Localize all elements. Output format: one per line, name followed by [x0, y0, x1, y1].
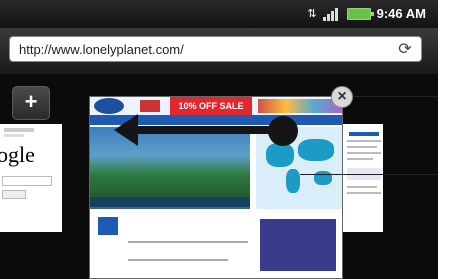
world-map: [256, 127, 342, 209]
page-header: 10% OFF SALE: [90, 97, 342, 115]
callout-line-close: [353, 96, 438, 97]
battery-icon: [346, 7, 374, 20]
refresh-icon[interactable]: ⟳: [395, 39, 415, 59]
new-window-button[interactable]: +: [12, 86, 50, 120]
callout-line-thumbnail: [300, 174, 438, 175]
url-text[interactable]: http://www.lonelyplanet.com/: [10, 42, 395, 57]
header-promo-images: [258, 99, 342, 113]
signal-icon: [322, 7, 341, 21]
swipe-gesture-line: [128, 126, 272, 134]
status-icons: ⇅ 9:46 AM: [307, 6, 426, 21]
status-bar: ⇅ 9:46 AM: [0, 0, 438, 28]
browser-toolbar: http://www.lonelyplanet.com/ ⟳: [0, 28, 438, 74]
google-logo-fragment: ogle: [0, 142, 35, 167]
flag-icon: [140, 100, 160, 112]
swipe-arrow-icon: [114, 114, 138, 146]
data-transfer-icon: ⇅: [307, 8, 317, 20]
tab-thumbnail-right[interactable]: [343, 124, 383, 232]
lonely-planet-logo: [94, 98, 124, 114]
finger-touch-icon: [268, 116, 298, 146]
phone-screen: ⇅ 9:46 AM http://www.lonelyplanet.com/ ⟳…: [0, 0, 438, 279]
url-field[interactable]: http://www.lonelyplanet.com/ ⟳: [9, 36, 422, 62]
status-time: 9:46 AM: [376, 6, 426, 21]
page-links: [98, 217, 248, 271]
sale-banner: 10% OFF SALE: [170, 97, 252, 115]
hero-caption: [90, 197, 250, 209]
promo-ad: [260, 219, 336, 271]
close-tab-button[interactable]: ×: [331, 86, 353, 108]
tab-thumbnail-left[interactable]: ogle: [0, 124, 62, 232]
